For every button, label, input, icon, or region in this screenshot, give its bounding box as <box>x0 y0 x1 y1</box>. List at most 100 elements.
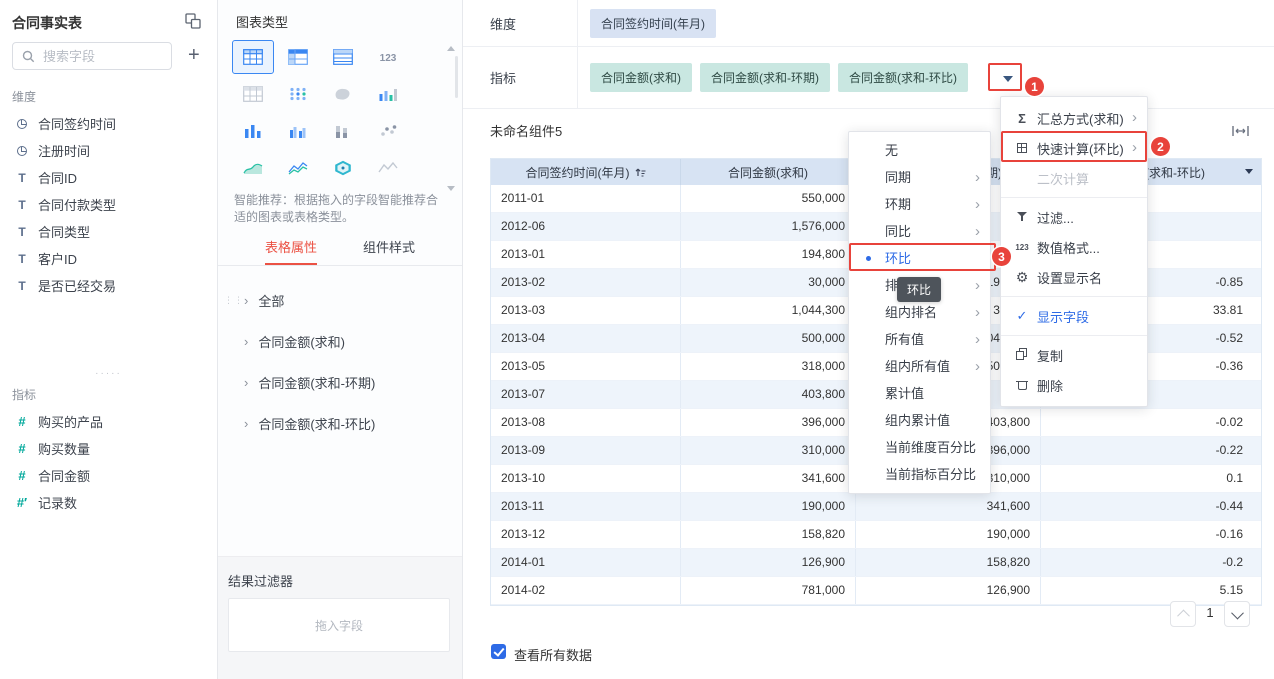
filter-dropzone[interactable]: 拖入字段 <box>228 598 450 652</box>
config-tab[interactable]: 组件样式 <box>363 232 415 265</box>
quick-calc-menu-item[interactable]: 累计值 <box>849 380 990 407</box>
quick-calc-menu-item[interactable]: 组内所有值 › <box>849 353 990 380</box>
measure-field-item[interactable]: 合同金额 <box>0 462 217 489</box>
property-group[interactable]: › 合同金额(求和-环期) <box>218 370 462 394</box>
filled-map-icon[interactable] <box>322 77 364 111</box>
panel-resize-handle[interactable]: ····· <box>0 368 217 379</box>
field-menu-item[interactable]: 二次计算 <box>1001 163 1147 193</box>
chevron-right-icon[interactable]: › <box>244 375 248 390</box>
pivot-table-icon[interactable] <box>232 77 274 111</box>
area-chart-icon[interactable] <box>232 151 274 185</box>
column-dropdown-icon[interactable] <box>1245 169 1253 174</box>
quick-calc-menu-item[interactable]: 组内排名 › <box>849 299 990 326</box>
dimension-field-item[interactable]: 合同签约时间 <box>0 110 217 137</box>
quick-calc-menu-item[interactable]: 当前指标百分比 <box>849 461 990 488</box>
detail-table-icon[interactable] <box>322 40 364 74</box>
field-menu-item[interactable]: 设置显示名 <box>1001 262 1147 292</box>
quick-calc-menu-item[interactable]: 所有值 › <box>849 326 990 353</box>
config-tab[interactable]: 表格属性 <box>264 232 317 265</box>
column-duo-icon[interactable] <box>277 114 319 148</box>
dimension-field-item[interactable]: 合同类型 <box>0 218 217 245</box>
view-all-data-checkbox[interactable] <box>491 644 506 659</box>
table-row[interactable]: 2014-02 781,000 126,900 5.15 <box>491 577 1261 605</box>
stacked-chart-icon[interactable] <box>322 114 364 148</box>
measure-field-item[interactable]: 购买数量 <box>0 435 217 462</box>
quick-calc-menu-item[interactable]: 当前维度百分比 <box>849 434 990 461</box>
table-cell: 341,600 <box>856 493 1041 520</box>
property-group-label: 全部 <box>258 293 285 309</box>
scroll-up-icon[interactable] <box>447 46 455 51</box>
quick-calc-menu-item[interactable]: 无 <box>849 137 990 164</box>
multi-column-icon[interactable] <box>367 77 409 111</box>
field-menu-item[interactable]: 复制 <box>1001 340 1147 370</box>
quick-calc-menu-item[interactable]: 环期 › <box>849 191 990 218</box>
sort-icon[interactable] <box>635 167 646 178</box>
selected-bullet-icon <box>866 256 871 261</box>
column-header-date[interactable]: 合同签约时间(年月) <box>491 159 681 185</box>
column-chart-icon[interactable] <box>232 114 274 148</box>
search-field-box[interactable] <box>12 42 172 70</box>
measure-dropdown-button[interactable] <box>996 68 1020 90</box>
group-table-icon[interactable] <box>232 40 274 74</box>
dimension-field-item[interactable]: 合同付款类型 <box>0 191 217 218</box>
drag-handle-icon[interactable]: ⋮⋮ <box>224 295 244 306</box>
kpi-card-icon[interactable]: 123 <box>367 40 409 74</box>
cross-table-icon[interactable] <box>277 40 319 74</box>
measure-pill[interactable]: 合同金额(求和) <box>590 63 692 92</box>
field-menu-item[interactable]: 删除 <box>1001 370 1147 400</box>
field-menu-item[interactable]: 快速计算(环比) › <box>1001 133 1147 163</box>
quick-calc-menu-item[interactable]: 同期 › <box>849 164 990 191</box>
table-cell: 158,820 <box>681 521 856 548</box>
chevron-right-icon[interactable]: › <box>244 334 248 349</box>
scroll-down-icon[interactable] <box>447 186 455 191</box>
dimension-pill[interactable]: 合同签约时间(年月) <box>590 8 716 38</box>
dimension-field-item[interactable]: 合同ID <box>0 164 217 191</box>
property-group[interactable]: › 合同金额(求和) <box>218 329 462 353</box>
gauge-chart-icon[interactable] <box>322 151 364 185</box>
field-menu-item[interactable]: 数值格式... <box>1001 232 1147 262</box>
page-down-button[interactable] <box>1224 601 1250 627</box>
field-menu-item[interactable]: 过滤... <box>1001 202 1147 232</box>
search-input[interactable] <box>13 43 171 69</box>
scatter-chart-icon[interactable] <box>367 114 409 148</box>
menu-item-icon <box>1013 110 1031 126</box>
quick-calc-menu-item[interactable]: 组内累计值 <box>849 407 990 434</box>
add-field-button[interactable]: + <box>188 43 200 67</box>
field-menu-row: 快速计算(环比) › <box>1001 133 1147 163</box>
measure-pill[interactable]: 合同金额(求和-环期) <box>700 63 830 92</box>
line-chart-icon[interactable] <box>277 151 319 185</box>
column-header-sum[interactable]: 合同金额(求和) <box>681 159 856 185</box>
page-up-button[interactable] <box>1170 601 1196 627</box>
dimension-field-item[interactable]: 客户ID <box>0 245 217 272</box>
property-group[interactable]: › 合同金额(求和-环比) <box>218 411 462 435</box>
dimension-field-item[interactable]: 注册时间 <box>0 137 217 164</box>
field-menu-item[interactable]: 显示字段 <box>1001 301 1147 331</box>
point-chart-icon[interactable] <box>277 77 319 111</box>
table-cell: 126,900 <box>681 549 856 576</box>
spark-line-icon[interactable] <box>367 151 409 185</box>
chevron-right-icon[interactable]: › <box>244 293 248 308</box>
field-label: 购买数量 <box>38 442 91 457</box>
field-menu-item[interactable]: 汇总方式(求和) › <box>1001 103 1147 133</box>
menu-item-icon <box>1013 170 1031 186</box>
scrollbar-thumb[interactable] <box>455 56 458 98</box>
table-row[interactable]: 2013-12 158,820 190,000 -0.16 <box>491 521 1261 549</box>
table-cell: -0.44 <box>1215 499 1243 513</box>
fit-width-icon[interactable] <box>1232 124 1249 142</box>
measure-field-item[interactable]: 记录数 <box>0 489 217 516</box>
property-group[interactable]: ⋮⋮ › 全部 <box>218 288 462 312</box>
menu-item-icon <box>1013 308 1031 324</box>
table-cell: 500,000 <box>681 325 856 352</box>
measure-pill[interactable]: 合同金额(求和-环比) <box>838 63 968 92</box>
table-row[interactable]: 2013-11 190,000 341,600 -0.44 <box>491 493 1261 521</box>
table-row[interactable]: 2014-01 126,900 158,820 -0.2 <box>491 549 1261 577</box>
dimension-field-item[interactable]: 是否已经交易 <box>0 272 217 299</box>
measure-field-item[interactable]: 购买的产品 <box>0 408 217 435</box>
svg-text:123: 123 <box>380 53 397 64</box>
quick-calc-menu-item[interactable]: 环比 <box>849 245 990 272</box>
switch-dataset-icon[interactable] <box>185 13 201 29</box>
menu-item-label: 显示字段 <box>1037 309 1090 325</box>
quick-calc-menu-item[interactable]: 同比 › <box>849 218 990 245</box>
chart-config-panel: 图表类型 123 智能推荐：根据拖入的字段智能推荐合适的图表或表格类型。 表格属… <box>218 0 463 679</box>
chevron-right-icon[interactable]: › <box>244 416 248 431</box>
